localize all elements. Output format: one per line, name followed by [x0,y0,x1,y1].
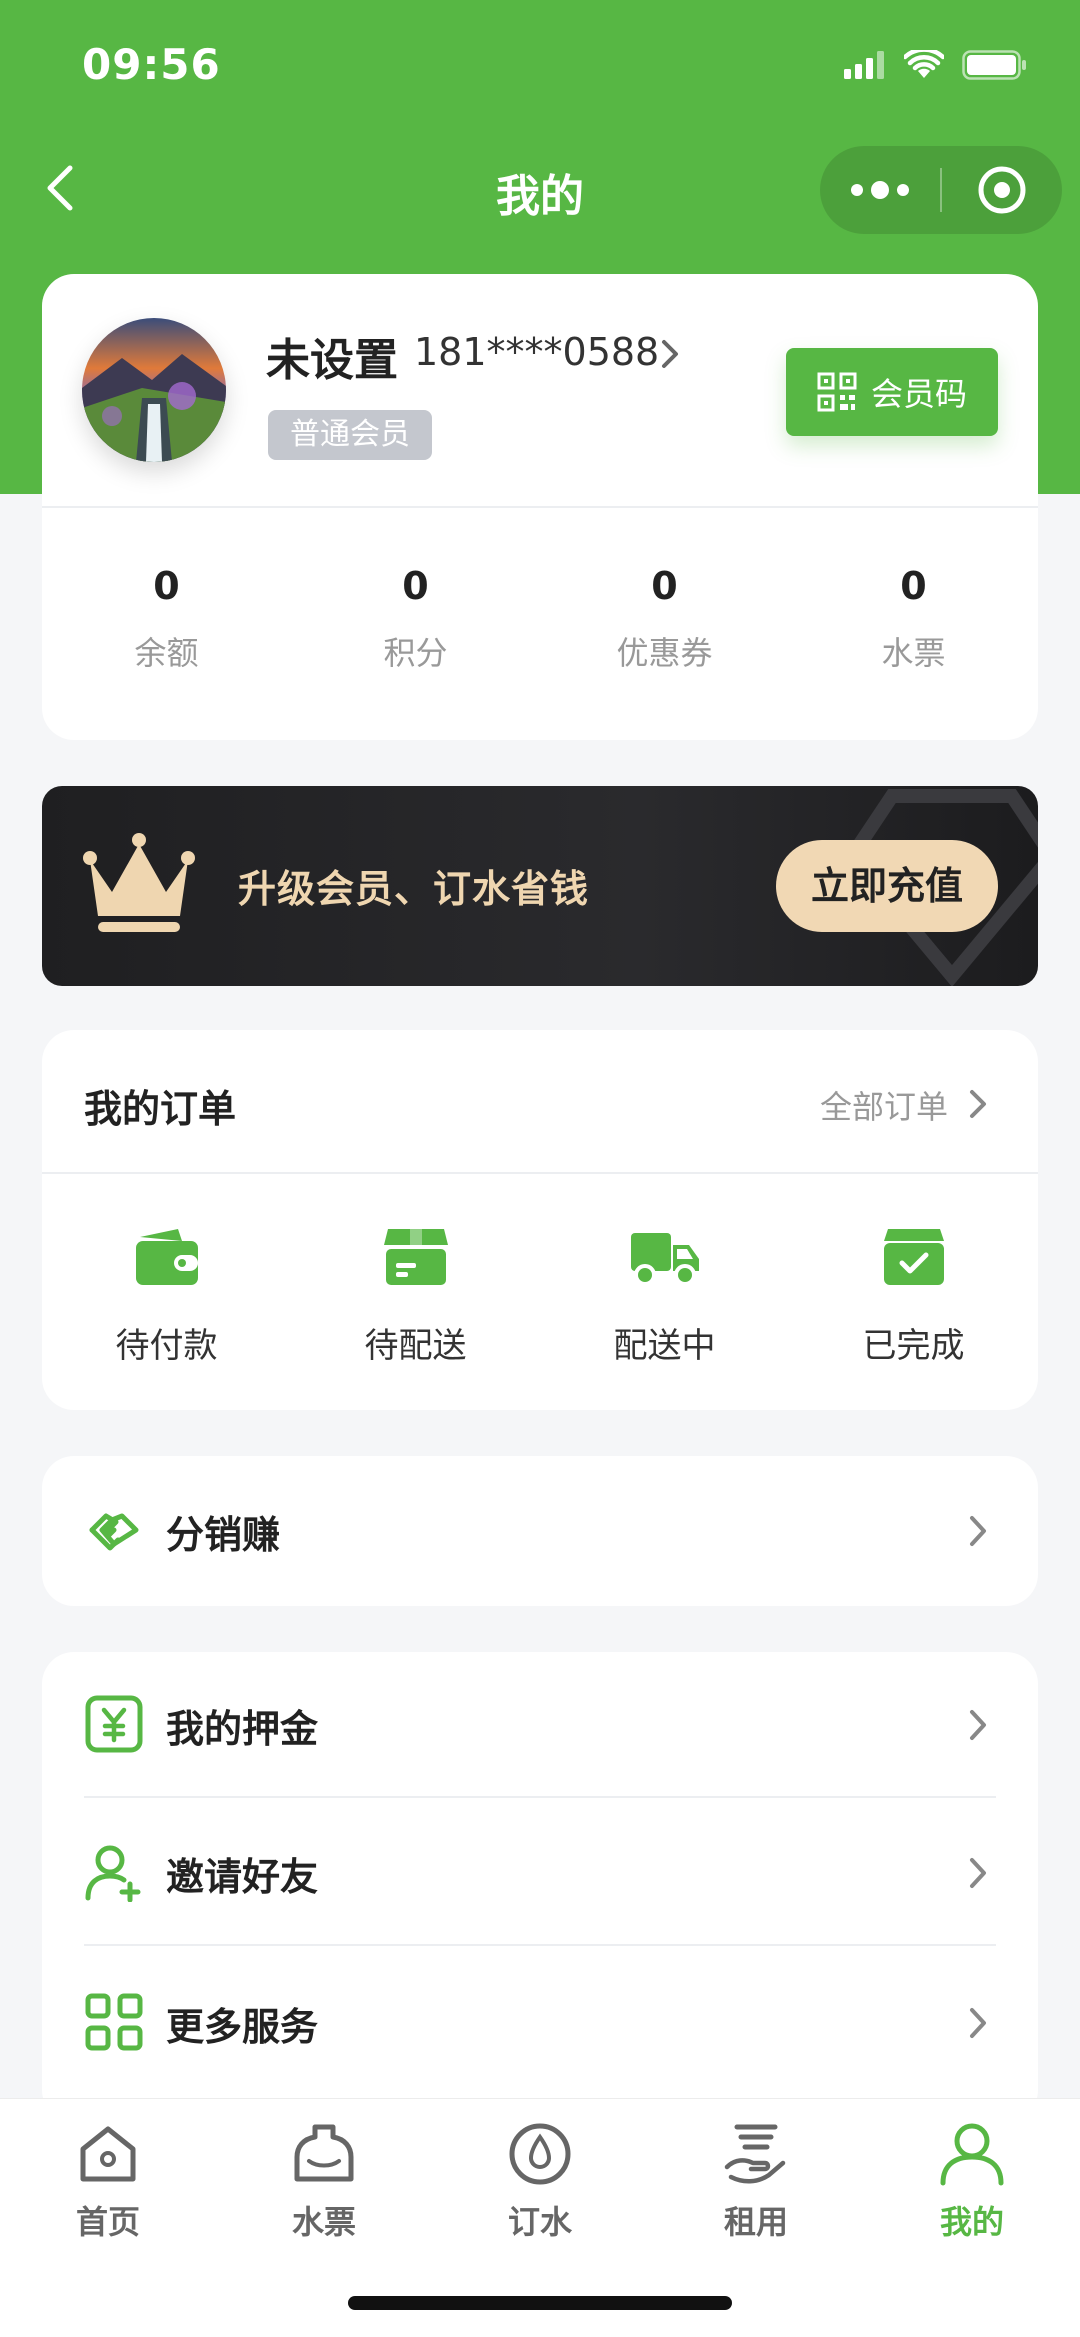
divider [84,1944,996,1946]
stat-value: 0 [153,564,180,608]
menu-distribution[interactable]: 分销赚 [42,1458,1038,1604]
order-pending-delivery[interactable]: 待配送 [291,1220,540,1367]
battery-icon [962,50,1026,80]
stat-value: 0 [651,564,678,608]
tab-label: 首页 [75,2203,140,2241]
avatar[interactable] [82,318,226,462]
order-status-label: 已完成 [862,1326,965,1366]
stat-points[interactable]: 0 积分 [291,564,540,674]
order-status-label: 待付款 [115,1326,218,1366]
order-in-delivery[interactable]: 配送中 [540,1220,789,1367]
stat-label: 积分 [383,634,448,672]
miniprogram-capsule [820,146,1062,234]
member-level-badge: 普通会员 [268,410,432,460]
water-drop-icon [509,2123,571,2185]
tab-label: 租用 [723,2203,788,2241]
menu-more-services[interactable]: 更多服务 [42,1950,1038,2096]
user-phone[interactable]: 181****0588 [414,330,659,374]
qr-code-icon [817,372,857,412]
close-miniprogram-button[interactable] [942,146,1062,234]
grid-icon [85,1993,143,2051]
stat-water-tickets[interactable]: 0 水票 [789,564,1038,674]
tab-label: 我的 [939,2203,1004,2241]
chevron-right-icon [970,1858,986,1888]
chevron-right-icon [970,1710,986,1740]
divider [42,506,1038,508]
target-icon [978,166,1026,214]
stat-coupons[interactable]: 0 优惠券 [540,564,789,674]
stat-value: 0 [900,564,927,608]
user-name[interactable]: 未设置 [266,324,398,388]
stats-row: 0 余额 0 积分 0 优惠券 0 水票 [42,564,1038,674]
order-pending-payment[interactable]: 待付款 [42,1220,291,1367]
status-time: 09:56 [82,40,221,89]
tab-water-tickets[interactable]: 水票 [216,2099,432,2249]
divider [84,1796,996,1798]
distribution-card: 分销赚 [42,1456,1038,1606]
more-dot-icon [851,184,863,196]
signal-icon [844,51,884,79]
chevron-right-icon[interactable] [966,1086,990,1122]
yuan-icon [85,1695,143,1753]
more-dot-icon [871,181,889,199]
user-icon [940,2123,1004,2186]
handshake-icon [89,1513,139,1551]
all-orders-link[interactable]: 全部订单 [820,1082,948,1128]
menu-label: 分销赚 [166,1513,281,1557]
package-icon [383,1229,448,1285]
truck-icon [630,1233,699,1286]
menu-invite-friends[interactable]: 邀请好友 [42,1800,1038,1946]
menu-label: 我的押金 [166,1707,319,1751]
vip-promo-text: 升级会员、订水省钱 [238,867,590,911]
wallet-icon [135,1229,198,1285]
more-button[interactable] [820,146,940,234]
chevron-right-icon [970,2008,986,2038]
order-status-label: 待配送 [364,1326,467,1366]
orders-title: 我的订单 [84,1087,237,1131]
tab-mine[interactable]: 我的 [864,2099,1080,2249]
more-dot-icon [897,184,909,196]
status-bar: 09:56 [0,0,1080,140]
menu-label: 邀请好友 [166,1855,319,1899]
order-completed[interactable]: 已完成 [789,1220,1038,1367]
orders-card: 我的订单 全部订单 待付款 待配送 配送中 已完成 [42,1030,1038,1410]
chevron-right-icon [970,1516,986,1546]
member-code-label: 会员码 [870,375,967,413]
crown-icon [83,833,195,932]
tab-order-water[interactable]: 订水 [432,2099,648,2249]
recharge-button[interactable]: 立即充值 [776,840,998,932]
tab-label: 订水 [507,2203,572,2241]
order-status-row: 待付款 待配送 配送中 已完成 [42,1220,1038,1367]
add-user-icon [85,1845,141,1902]
stat-value: 0 [402,564,429,608]
water-bottle-icon [294,2124,354,2182]
status-icons [844,50,1028,80]
tab-label: 水票 [291,2203,356,2241]
vip-banner[interactable]: 升级会员、订水省钱 立即充值 [42,786,1038,986]
divider [42,1172,1038,1174]
home-icon [80,2126,136,2182]
stat-label: 余额 [134,634,199,672]
order-status-label: 配送中 [613,1326,716,1366]
avatar-image [82,318,226,462]
rent-hand-icon [724,2124,786,2184]
stat-balance[interactable]: 0 余额 [42,564,291,674]
tab-home[interactable]: 首页 [0,2099,216,2249]
profile-card: 未设置 181****0588 普通会员 会员码 0 余额 0 积分 0 优惠券… [42,274,1038,740]
stat-label: 优惠券 [616,634,713,672]
services-card: 我的押金 邀请好友 更多服务 [42,1652,1038,2122]
home-indicator [348,2296,732,2310]
menu-deposit[interactable]: 我的押金 [42,1652,1038,1798]
wifi-icon [904,50,944,78]
box-check-icon [883,1229,944,1285]
tab-rent[interactable]: 租用 [648,2099,864,2249]
chevron-right-icon[interactable] [656,336,684,372]
member-code-button[interactable]: 会员码 [786,348,998,436]
stat-label: 水票 [881,634,946,672]
menu-label: 更多服务 [166,2005,319,2049]
